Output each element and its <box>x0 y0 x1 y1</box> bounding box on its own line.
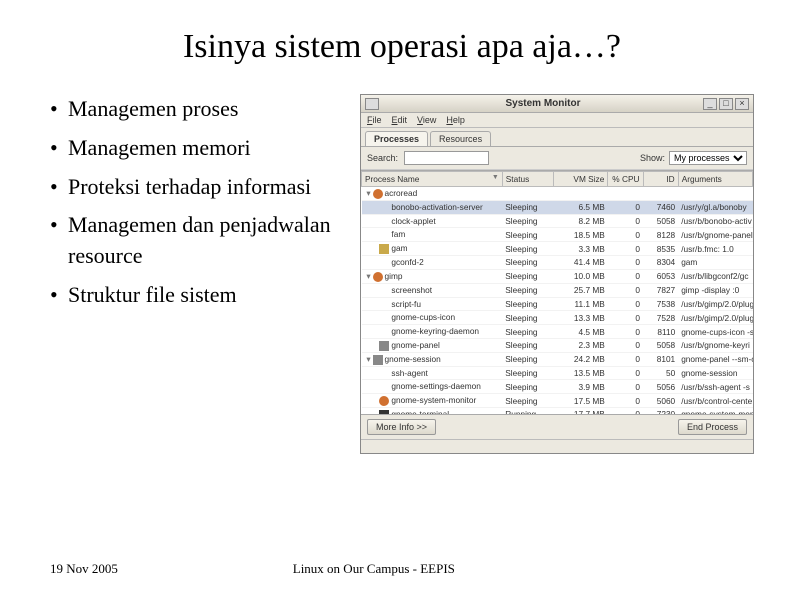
process-icon <box>379 327 389 337</box>
bullet-item: Managemen memori <box>50 133 350 164</box>
col-arguments[interactable]: Arguments <box>678 172 752 187</box>
show-label: Show: <box>640 153 665 163</box>
table-row[interactable]: screenshotSleeping25.7 MB07827gimp -disp… <box>362 283 753 297</box>
process-icon <box>379 258 389 268</box>
search-label: Search: <box>367 153 398 163</box>
table-row[interactable]: gconfd-2Sleeping41.4 MB08304gam <box>362 256 753 270</box>
process-icon <box>373 272 383 282</box>
tab-resources[interactable]: Resources <box>430 131 491 146</box>
process-icon <box>379 299 389 309</box>
process-table: Process Name▼ Status VM Size % CPU ID Ar… <box>361 171 753 415</box>
close-icon[interactable]: × <box>735 98 749 110</box>
table-row[interactable]: gnome-panelSleeping2.3 MB05058/usr/b/gno… <box>362 338 753 352</box>
process-icon <box>379 230 389 240</box>
end-process-button[interactable]: End Process <box>678 419 747 435</box>
col-id[interactable]: ID <box>643 172 678 187</box>
process-icon <box>373 355 383 365</box>
window-menu-icon[interactable] <box>365 98 379 110</box>
menu-help[interactable]: Help <box>446 115 465 125</box>
col-status[interactable]: Status <box>502 172 553 187</box>
more-info-button[interactable]: More Info >> <box>367 419 436 435</box>
table-row[interactable]: gamSleeping3.3 MB08535/usr/b.fmc: 1.0 <box>362 242 753 256</box>
col-cpu[interactable]: % CPU <box>608 172 643 187</box>
menu-edit[interactable]: Edit <box>392 115 408 125</box>
table-row[interactable]: clock-appletSleeping8.2 MB05058/usr/b/bo… <box>362 214 753 228</box>
window-titlebar[interactable]: System Monitor _ □ × <box>361 95 753 113</box>
tab-bar: Processes Resources <box>361 128 753 147</box>
col-process-name[interactable]: Process Name▼ <box>362 172 503 187</box>
bullet-item: Managemen dan penjadwalan resource <box>50 210 350 272</box>
process-icon <box>379 216 389 226</box>
bullet-list: Managemen proses Managemen memori Protek… <box>50 94 350 454</box>
process-icon <box>379 368 389 378</box>
process-icon <box>379 203 389 213</box>
bullet-item: Proteksi terhadap informasi <box>50 172 350 203</box>
process-icon <box>379 396 389 406</box>
table-row[interactable]: script-fuSleeping11.1 MB07538/usr/b/gimp… <box>362 297 753 311</box>
table-row[interactable]: ▾gimpSleeping10.0 MB06053/usr/b/libgconf… <box>362 269 753 283</box>
slide-title: Isinya sistem operasi apa aja…? <box>50 28 754 66</box>
process-icon <box>373 189 383 199</box>
minimize-icon[interactable]: _ <box>703 98 717 110</box>
menu-bar: File Edit View Help <box>361 113 753 128</box>
menu-view[interactable]: View <box>417 115 436 125</box>
window-title: System Monitor <box>383 98 703 109</box>
table-row[interactable]: ▾gnome-sessionSleeping24.2 MB08101gnome-… <box>362 352 753 366</box>
footer-date: 19 Nov 2005 <box>50 561 118 577</box>
bullet-item: Struktur file sistem <box>50 280 350 311</box>
process-icon <box>379 341 389 351</box>
status-bar <box>361 439 753 453</box>
table-row[interactable]: gnome-terminalRunning17.7 MB07230gnome-s… <box>362 408 753 416</box>
menu-file[interactable]: File <box>367 115 382 125</box>
table-row[interactable]: famSleeping18.5 MB08128/usr/b/gnome-pane… <box>362 228 753 242</box>
process-icon <box>379 313 389 323</box>
footer-title: Linux on Our Campus - EEPIS <box>293 561 455 577</box>
table-row[interactable]: bonobo-activation-serverSleeping6.5 MB07… <box>362 200 753 214</box>
process-icon <box>379 382 389 392</box>
process-icon <box>379 286 389 296</box>
tab-processes[interactable]: Processes <box>365 131 428 146</box>
table-row[interactable]: gnome-keyring-daemonSleeping4.5 MB08110g… <box>362 325 753 339</box>
table-row[interactable]: gnome-settings-daemonSleeping3.9 MB05056… <box>362 380 753 394</box>
search-input[interactable] <box>404 151 489 165</box>
system-monitor-window: System Monitor _ □ × File Edit View Help… <box>360 94 754 454</box>
table-row[interactable]: ▾acroread <box>362 187 753 201</box>
table-row[interactable]: gnome-system-monitorSleeping17.5 MB05060… <box>362 394 753 408</box>
bullet-item: Managemen proses <box>50 94 350 125</box>
table-row[interactable]: ssh-agentSleeping13.5 MB050gnome-session <box>362 366 753 380</box>
show-dropdown[interactable]: My processes <box>669 151 747 165</box>
col-vm-size[interactable]: VM Size <box>553 172 608 187</box>
maximize-icon[interactable]: □ <box>719 98 733 110</box>
table-row[interactable]: gnome-cups-iconSleeping13.3 MB07528/usr/… <box>362 311 753 325</box>
process-icon <box>379 244 389 254</box>
